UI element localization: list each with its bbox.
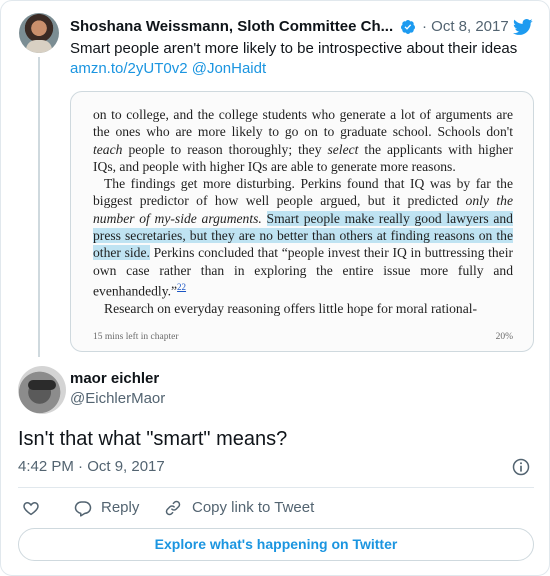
copy-link-label: Copy link to Tweet bbox=[192, 499, 315, 516]
reading-time-left: 15 mins left in chapter bbox=[93, 332, 179, 342]
tweet-timestamp[interactable]: 4:42 PM · Oct 9, 2017 bbox=[18, 457, 165, 477]
reply-button[interactable]: Reply bbox=[74, 497, 154, 519]
heart-icon bbox=[23, 501, 39, 516]
footnote-ref: 22 bbox=[177, 281, 187, 292]
reply-icon bbox=[74, 501, 92, 517]
avatar[interactable] bbox=[19, 13, 59, 53]
parent-tweet-header: Shoshana Weissmann, Sloth Committee Ch..… bbox=[70, 17, 540, 37]
author-name[interactable]: maor eichler bbox=[70, 369, 159, 389]
copy-link-button[interactable]: Copy link to Tweet bbox=[164, 497, 334, 519]
tweet-date[interactable]: · Oct 8, 2017 bbox=[422, 17, 509, 37]
explore-twitter-button[interactable]: Explore what's happening on Twitter bbox=[18, 528, 534, 561]
parent-tweet-links: amzn.to/2yUT0v2 @JonHaidt bbox=[70, 59, 266, 79]
info-icon[interactable] bbox=[511, 457, 531, 477]
tweet-link[interactable]: amzn.to/2yUT0v2 bbox=[70, 60, 188, 77]
book-paragraph: The findings get more disturbing. Perkin… bbox=[93, 176, 513, 299]
verified-icon bbox=[401, 20, 415, 34]
book-footer: 15 mins left in chapter 20% bbox=[93, 332, 513, 342]
tweet-embed-card: Shoshana Weissmann, Sloth Committee Ch..… bbox=[0, 0, 550, 576]
author-name[interactable]: Shoshana Weissmann, Sloth Committee Ch..… bbox=[70, 17, 393, 37]
twitter-icon[interactable] bbox=[511, 17, 535, 37]
link-icon bbox=[165, 500, 181, 516]
like-button[interactable] bbox=[22, 497, 44, 519]
parent-tweet-text: Smart people aren't more likely to be in… bbox=[70, 40, 518, 57]
book-page-image[interactable]: on to college, and the college students … bbox=[70, 91, 534, 352]
book-paragraph: on to college, and the college students … bbox=[93, 107, 513, 174]
thread-connector bbox=[38, 57, 40, 357]
author-handle[interactable]: @EichlerMaor bbox=[70, 389, 165, 409]
reply-tweet-text: Isn't that what "smart" means? bbox=[18, 428, 288, 450]
avatar[interactable] bbox=[18, 366, 66, 414]
divider bbox=[18, 487, 534, 488]
reply-label: Reply bbox=[101, 499, 140, 516]
book-paragraph: Research on everyday reasoning offers li… bbox=[104, 300, 478, 316]
book-text: on to college, and the college students … bbox=[93, 106, 513, 317]
mention-link[interactable]: @JonHaidt bbox=[192, 60, 266, 77]
reading-progress: 20% bbox=[495, 332, 513, 342]
